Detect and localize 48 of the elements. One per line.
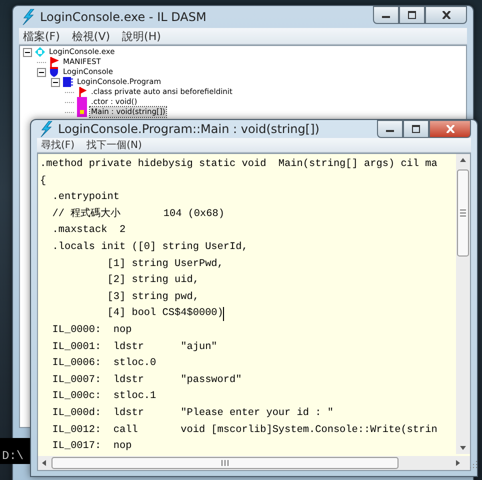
code-line: IL_000d: ldstr "Please enter your id : " <box>51 406 334 421</box>
code-line: [3] string pwd, <box>106 290 200 305</box>
code-line: { <box>40 174 48 189</box>
lightning-icon <box>39 121 53 137</box>
code-line: IL_0000: nop <box>51 324 133 338</box>
collapse-icon[interactable] <box>37 68 46 76</box>
close-icon <box>446 125 454 133</box>
code-line: .locals init ([0] string UserId, <box>51 240 249 255</box>
maximize-button[interactable] <box>403 120 429 138</box>
menu-item[interactable]: 尋找(F) <box>41 138 75 152</box>
square-icon <box>77 97 87 107</box>
flag-icon <box>49 57 59 67</box>
maximize-icon <box>412 125 420 133</box>
code-line: [1] string UserPwd, <box>106 258 224 272</box>
menu-item[interactable]: 檢視(V) <box>72 28 110 44</box>
flag-icon <box>77 87 87 97</box>
code-line: [2] string uid, <box>106 274 200 288</box>
menu-item[interactable]: 檔案(F) <box>23 28 60 44</box>
code-line: // 程式碼大小 104 (0x68) <box>51 206 226 222</box>
code-line: IL_0012: call void [mscorlib]System.Console::Write(strin <box>51 424 438 438</box>
code-line: IL_0017: nop <box>51 440 133 454</box>
close-button[interactable] <box>425 6 467 24</box>
minimize-button[interactable] <box>373 6 399 24</box>
prompt-text: D:\ <box>1 449 24 463</box>
code-line: .maxstack 2 <box>51 224 127 238</box>
shield-icon <box>49 67 59 77</box>
close-button[interactable] <box>429 120 471 138</box>
square-icon <box>77 107 87 117</box>
window-title: LoginConsole.Program::Main : void(string[]) <box>58 122 320 136</box>
code-line: [4] bool CS$4$0000) <box>106 306 224 322</box>
menu-item[interactable]: 說明(H) <box>122 28 161 44</box>
code-line: IL_000c: stloc.1 <box>51 390 158 404</box>
maximize-button[interactable] <box>399 6 425 24</box>
lightning-icon <box>21 9 35 25</box>
close-icon <box>442 11 450 19</box>
code-line: .entrypoint <box>51 190 120 206</box>
maximize-icon <box>408 11 416 19</box>
square-icon <box>63 77 73 87</box>
menu-item[interactable]: 找下一個(N) <box>86 138 142 152</box>
code-line: IL_0001: ldstr "ajun" <box>51 340 218 355</box>
window-title: LoginConsole.exe - IL DASM <box>40 10 208 24</box>
code-line: IL_0006: stloc.0 <box>51 356 158 372</box>
collapse-icon[interactable] <box>23 48 32 56</box>
text-cursor <box>223 307 224 322</box>
collapse-icon[interactable] <box>51 78 60 86</box>
minimize-button[interactable] <box>377 120 403 138</box>
code-line: .method private hidebysig static void Main(string[] args) cil ma <box>40 158 438 172</box>
code-line: IL_0007: ldstr "password" <box>51 374 243 388</box>
